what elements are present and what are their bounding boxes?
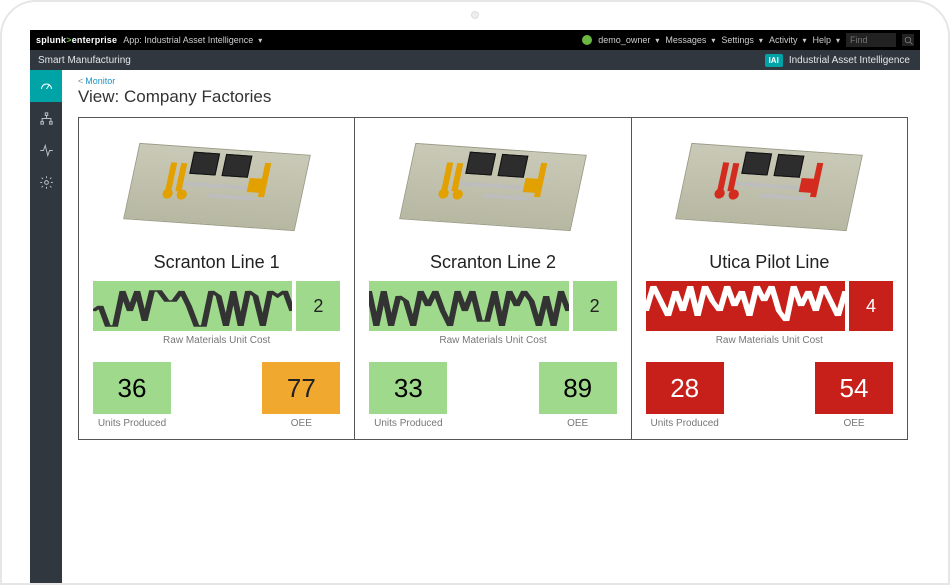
breadcrumb[interactable]: <Monitor (78, 76, 908, 86)
global-topbar: splunk>enterprise App: Industrial Asset … (30, 30, 920, 50)
gear-icon (39, 175, 54, 190)
factory-title: Scranton Line 2 (430, 252, 556, 273)
device-camera (471, 11, 479, 19)
units-produced-value: 36 (93, 362, 171, 414)
factory-thumbnail (674, 132, 864, 242)
nav-settings[interactable] (30, 166, 62, 198)
find-input[interactable] (846, 33, 896, 47)
user-avatar (582, 35, 592, 45)
app-subbar: Smart Manufacturing IAI Industrial Asset… (30, 50, 920, 70)
user-menu[interactable]: demo_owner (598, 35, 659, 45)
activity-menu[interactable]: Activity (769, 35, 807, 45)
factory-title: Utica Pilot Line (709, 252, 829, 273)
oee-label: OEE (567, 418, 588, 429)
nav-monitor[interactable] (30, 70, 62, 102)
gauge-icon (39, 79, 54, 94)
cost-current-value: 2 (573, 281, 617, 331)
product-name: Industrial Asset Intelligence (789, 55, 910, 66)
factory-thumbnail (122, 132, 312, 242)
workspace-selector[interactable]: Smart Manufacturing (38, 55, 131, 66)
units-produced-label: Units Produced (374, 418, 442, 429)
cost-sparkline (93, 281, 292, 331)
nav-hierarchy[interactable] (30, 102, 62, 134)
cost-sparkline (369, 281, 568, 331)
oee-value: 77 (262, 362, 340, 414)
cost-label: Raw Materials Unit Cost (439, 335, 546, 346)
tree-icon (39, 111, 54, 126)
cost-current-value: 2 (296, 281, 340, 331)
cost-sparkline (646, 281, 845, 331)
factory-card[interactable]: Scranton Line 2 2 Raw Materials Unit Cos… (355, 118, 631, 439)
messages-menu[interactable]: Messages (665, 35, 715, 45)
factory-card[interactable]: Scranton Line 1 2 Raw Materials Unit Cos… (79, 118, 355, 439)
chevron-left-icon: < (78, 76, 83, 86)
app-selector[interactable]: App: Industrial Asset Intelligence (123, 35, 262, 45)
left-nav (30, 70, 62, 583)
factory-card[interactable]: Utica Pilot Line 4 Raw Materials Unit Co… (632, 118, 908, 439)
cost-label: Raw Materials Unit Cost (163, 335, 270, 346)
cost-label: Raw Materials Unit Cost (716, 335, 823, 346)
search-icon[interactable] (902, 34, 914, 46)
factory-thumbnail (398, 132, 588, 242)
oee-value: 89 (539, 362, 617, 414)
units-produced-value: 28 (646, 362, 724, 414)
oee-value: 54 (815, 362, 893, 414)
units-produced-value: 33 (369, 362, 447, 414)
help-menu[interactable]: Help (812, 35, 840, 45)
oee-label: OEE (843, 418, 864, 429)
units-produced-label: Units Produced (98, 418, 166, 429)
product-badge: IAI (765, 54, 783, 67)
cost-current-value: 4 (849, 281, 893, 331)
brand-logo: splunk>enterprise (36, 35, 117, 45)
nav-activity[interactable] (30, 134, 62, 166)
oee-label: OEE (291, 418, 312, 429)
units-produced-label: Units Produced (650, 418, 718, 429)
factory-cards: Scranton Line 1 2 Raw Materials Unit Cos… (78, 117, 908, 440)
settings-menu[interactable]: Settings (721, 35, 763, 45)
factory-title: Scranton Line 1 (154, 252, 280, 273)
activity-icon (39, 143, 54, 158)
page-title: View: Company Factories (78, 87, 908, 107)
